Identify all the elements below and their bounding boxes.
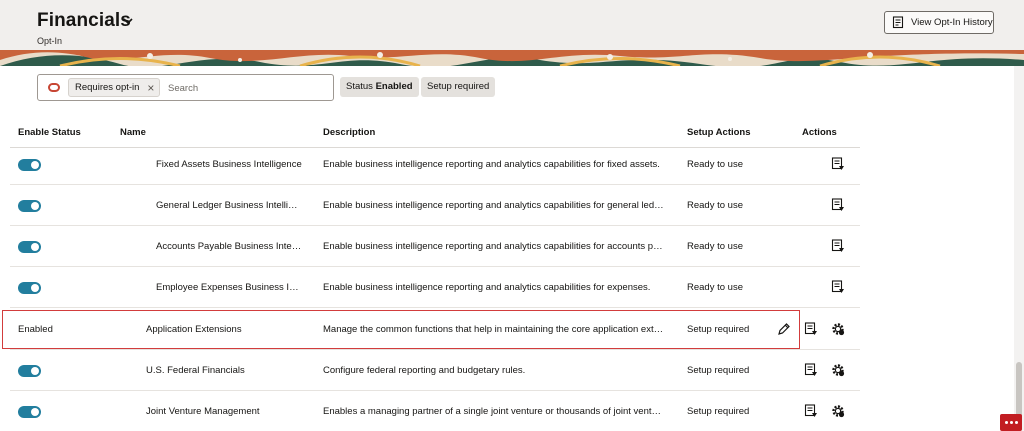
- search-bar[interactable]: Requires opt-in ×: [37, 74, 334, 101]
- page-title: Financials: [37, 10, 131, 31]
- row-name: Fixed Assets Business Intelligence: [156, 159, 302, 170]
- search-input[interactable]: [168, 79, 328, 97]
- row-setup-status: Ready to use: [687, 282, 743, 293]
- row-description: Configure federal reporting and budgetar…: [323, 365, 526, 376]
- enable-toggle[interactable]: [18, 241, 41, 253]
- report-icon[interactable]: [804, 322, 818, 336]
- row-name: U.S. Federal Financials: [146, 365, 245, 376]
- row-name: Accounts Payable Business Intelligence: [156, 241, 302, 252]
- view-opt-in-history-button[interactable]: View Opt-In History: [884, 11, 994, 34]
- page-header: Financials Opt-In View Opt-In History: [0, 0, 1024, 66]
- more-icon[interactable]: [1000, 414, 1022, 431]
- report-icon[interactable]: [831, 198, 845, 212]
- report-icon[interactable]: [831, 280, 845, 294]
- row-description: Enable business intelligence reporting a…: [323, 159, 660, 170]
- table-row[interactable]: Employee Expenses Business Intelligence …: [10, 267, 860, 308]
- report-icon[interactable]: [804, 404, 818, 418]
- row-setup-status: Setup required: [687, 406, 750, 417]
- facet-status-label: Status: [346, 81, 373, 92]
- gear-icon[interactable]: [831, 404, 845, 418]
- row-description: Enable business intelligence reporting a…: [323, 241, 665, 252]
- history-report-icon: [892, 16, 904, 29]
- row-description: Enable business intelligence reporting a…: [323, 282, 651, 293]
- page-subtitle: Opt-In: [37, 36, 63, 46]
- column-actions[interactable]: Actions: [802, 127, 837, 138]
- close-icon[interactable]: ×: [147, 80, 154, 97]
- gear-icon[interactable]: [831, 363, 845, 377]
- decorative-banner: [0, 50, 1024, 66]
- table-row[interactable]: Accounts Payable Business Intelligence E…: [10, 226, 860, 267]
- table-row[interactable]: U.S. Federal Financials Configure federa…: [10, 350, 860, 391]
- row-setup-status: Ready to use: [687, 159, 743, 170]
- column-description[interactable]: Description: [323, 127, 375, 138]
- search-oval-icon: [48, 83, 60, 92]
- row-setup-status: Ready to use: [687, 241, 743, 252]
- row-setup-status: Ready to use: [687, 200, 743, 211]
- facet-status-value: Enabled: [375, 81, 413, 92]
- enable-toggle[interactable]: [18, 159, 41, 171]
- chevron-down-icon[interactable]: [121, 14, 135, 28]
- status-enabled-facet[interactable]: Status Enabled: [340, 77, 419, 97]
- row-name: Joint Venture Management: [146, 406, 260, 417]
- history-button-label: View Opt-In History: [911, 17, 993, 28]
- enable-toggle[interactable]: [18, 200, 41, 212]
- enable-toggle[interactable]: [18, 365, 41, 377]
- row-description: Enables a managing partner of a single j…: [323, 406, 665, 417]
- filter-chip-label: Requires opt-in: [75, 82, 140, 93]
- row-name: General Ledger Business Intelligence: [156, 200, 302, 211]
- enable-toggle[interactable]: [18, 406, 41, 418]
- column-setup-actions[interactable]: Setup Actions: [687, 127, 751, 138]
- row-name: Employee Expenses Business Intelligence: [156, 282, 302, 293]
- row-description: Enable business intelligence reporting a…: [323, 200, 665, 211]
- report-icon[interactable]: [804, 363, 818, 377]
- report-icon[interactable]: [831, 157, 845, 171]
- table-row[interactable]: Fixed Assets Business Intelligence Enabl…: [10, 144, 860, 185]
- gear-icon[interactable]: [831, 322, 845, 336]
- filter-chip-requires-opt-in[interactable]: Requires opt-in ×: [68, 78, 161, 97]
- setup-required-facet[interactable]: Setup required: [421, 77, 496, 97]
- column-enable-status[interactable]: Enable Status: [18, 127, 81, 138]
- enable-toggle[interactable]: [18, 282, 41, 294]
- table-row[interactable]: General Ledger Business Intelligence Ena…: [10, 185, 860, 226]
- row-setup-status: Setup required: [687, 365, 750, 376]
- report-icon[interactable]: [831, 239, 845, 253]
- table-row[interactable]: Joint Venture Management Enables a manag…: [10, 391, 860, 431]
- column-name[interactable]: Name: [120, 127, 146, 138]
- highlight-box: [2, 310, 800, 349]
